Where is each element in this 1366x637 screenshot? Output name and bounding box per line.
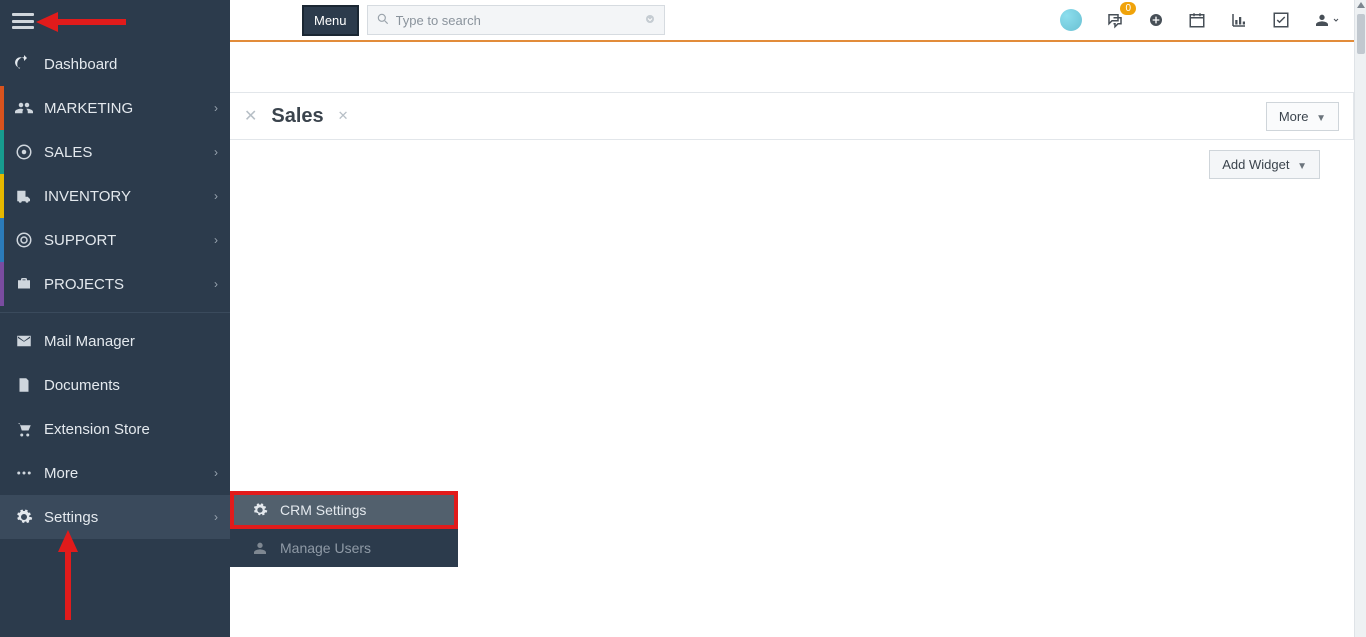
sidebar-item-mail-manager[interactable]: Mail Manager (0, 319, 230, 363)
scroll-up-icon (1357, 2, 1365, 8)
users-icon (12, 99, 36, 117)
flyout-label-crm-settings: CRM Settings (280, 502, 366, 518)
annotation-arrow-top (36, 10, 126, 37)
app-logo-icon[interactable] (1060, 9, 1082, 31)
sidebar-item-support[interactable]: SUPPORT › (0, 218, 230, 262)
chat-badge: 0 (1120, 2, 1136, 15)
gauge-icon (12, 55, 36, 73)
caret-down-icon: ▼ (1297, 161, 1307, 172)
tab-close-left[interactable]: ✕ (230, 106, 271, 126)
tab-more-button[interactable]: More ▼ (1266, 102, 1339, 131)
ellipsis-icon (12, 464, 36, 482)
check-square-icon[interactable] (1272, 11, 1290, 29)
add-widget-button[interactable]: Add Widget ▼ (1209, 150, 1320, 179)
sidebar-label-projects: PROJECTS (44, 276, 124, 293)
chevron-right-icon: › (214, 189, 218, 203)
sidebar-label-sales: SALES (44, 144, 92, 161)
truck-icon (12, 187, 36, 205)
sidebar-item-settings[interactable]: Settings › (0, 495, 230, 539)
flyout-item-crm-settings[interactable]: CRM Settings (230, 491, 458, 529)
sidebar-label-support: SUPPORT (44, 232, 116, 249)
sidebar-item-documents[interactable]: Documents (0, 363, 230, 407)
caret-down-icon: ▼ (1316, 113, 1326, 124)
menu-button[interactable]: Menu (302, 5, 359, 36)
sidebar-label-inventory: INVENTORY (44, 188, 131, 205)
chart-icon[interactable] (1230, 11, 1248, 29)
flyout-item-manage-users[interactable]: Manage Users (230, 529, 458, 567)
gear-icon (12, 508, 36, 526)
tab-title: Sales (271, 105, 323, 128)
hamburger-icon[interactable] (12, 13, 34, 29)
sidebar-label-settings: Settings (44, 509, 98, 526)
sidebar-item-inventory[interactable]: INVENTORY › (0, 174, 230, 218)
sidebar-separator (0, 312, 230, 313)
chevron-right-icon: › (214, 145, 218, 159)
sidebar-item-dashboard[interactable]: Dashboard (0, 42, 230, 86)
search-input[interactable] (396, 13, 644, 28)
mail-icon (12, 332, 36, 350)
document-icon (12, 376, 36, 394)
chevron-down-icon[interactable] (644, 12, 656, 28)
sidebar-label-documents: Documents (44, 377, 120, 394)
gear-icon (250, 502, 270, 518)
topbar-icons: 0 (1060, 9, 1354, 31)
sidebar-item-more[interactable]: More › (0, 451, 230, 495)
user-icon (250, 540, 270, 556)
sidebar: Dashboard MARKETING › SALES › INVENTORY … (0, 0, 230, 637)
sidebar-label-extension-store: Extension Store (44, 421, 150, 438)
tab-strip: ✕ Sales ✕ More ▼ (230, 92, 1354, 140)
search-box[interactable] (367, 5, 665, 35)
tab-close-right[interactable]: ✕ (324, 108, 363, 124)
user-menu-icon[interactable] (1314, 12, 1340, 28)
chevron-right-icon: › (214, 466, 218, 480)
calendar-icon[interactable] (1188, 11, 1206, 29)
plus-circle-icon[interactable] (1148, 12, 1164, 28)
chevron-right-icon: › (214, 233, 218, 247)
sidebar-item-extension-store[interactable]: Extension Store (0, 407, 230, 451)
annotation-arrow-bottom (56, 530, 80, 623)
add-widget-row: Add Widget ▼ (230, 142, 1354, 186)
flyout-label-manage-users: Manage Users (280, 540, 371, 556)
sidebar-label-mail-manager: Mail Manager (44, 333, 135, 350)
vertical-scrollbar[interactable] (1354, 0, 1366, 637)
target-icon (12, 143, 36, 161)
tab-more-label: More (1279, 109, 1309, 124)
briefcase-icon (12, 275, 36, 293)
sidebar-item-projects[interactable]: PROJECTS › (0, 262, 230, 306)
lifebuoy-icon (12, 231, 36, 249)
sidebar-label-more: More (44, 465, 78, 482)
topbar: Menu 0 (230, 0, 1354, 42)
sidebar-item-sales[interactable]: SALES › (0, 130, 230, 174)
sidebar-item-marketing[interactable]: MARKETING › (0, 86, 230, 130)
chevron-right-icon: › (214, 510, 218, 524)
cart-icon (12, 420, 36, 438)
add-widget-label: Add Widget (1222, 157, 1289, 172)
sidebar-label-marketing: MARKETING (44, 100, 133, 117)
chat-icon[interactable]: 0 (1106, 11, 1124, 29)
chevron-right-icon: › (214, 101, 218, 115)
scrollbar-thumb[interactable] (1357, 14, 1365, 54)
chevron-right-icon: › (214, 277, 218, 291)
settings-flyout: CRM Settings Manage Users (230, 491, 458, 567)
search-icon (376, 12, 390, 29)
sidebar-label-dashboard: Dashboard (44, 56, 117, 73)
